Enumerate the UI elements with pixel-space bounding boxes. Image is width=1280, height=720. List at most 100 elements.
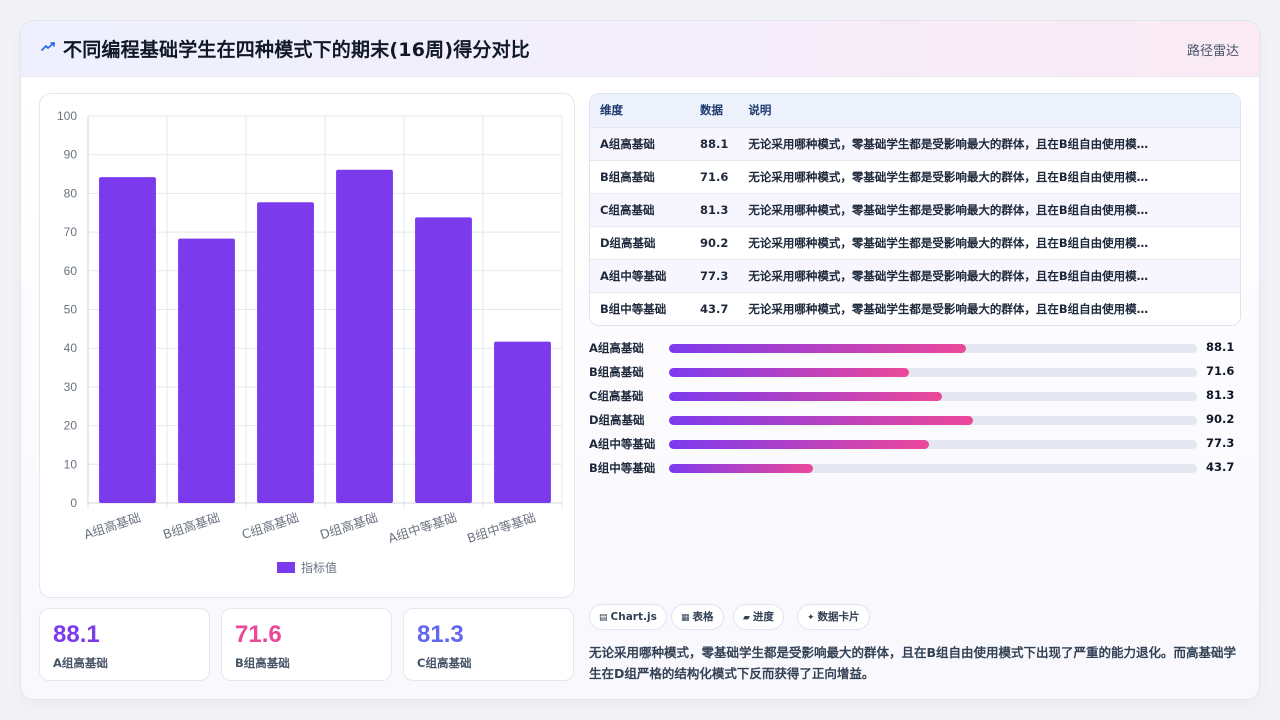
table-row: B组高基础 71.6 无论采用哪种模式，零基础学生都是受影响最大的群体，且在B组… bbox=[590, 160, 1240, 193]
chip-label: Chart.js bbox=[610, 611, 657, 623]
bar bbox=[257, 202, 314, 503]
progress-value: 90.2 bbox=[1206, 412, 1235, 426]
progress-fill bbox=[669, 392, 942, 401]
table-row: B组中等基础 43.7 无论采用哪种模式，零基础学生都是受影响最大的群体，且在B… bbox=[590, 292, 1240, 325]
progress-track bbox=[669, 344, 1197, 353]
cell-note: 无论采用哪种模式，零基础学生都是受影响最大的群体，且在B组自由使用模… bbox=[748, 235, 1149, 250]
cell-note: 无论采用哪种模式，零基础学生都是受影响最大的群体，且在B组自由使用模… bbox=[748, 268, 1149, 283]
bar-chart-panel: 0 10 20 30 40 50 60 70 80 90 100 A组高基础 B组高基础 C组高基础 D组高… bbox=[39, 93, 575, 598]
cell-dimension: A组中等基础 bbox=[600, 268, 667, 283]
chart-icon: ▤ bbox=[599, 613, 608, 623]
progress-track bbox=[669, 368, 1197, 377]
progress-label: B组中等基础 bbox=[589, 461, 656, 475]
kpi-label: A组高基础 bbox=[53, 656, 108, 670]
cell-value: 88.1 bbox=[700, 136, 729, 151]
progress-value: 43.7 bbox=[1206, 460, 1235, 474]
bar bbox=[336, 169, 393, 503]
cell-dimension: A组高基础 bbox=[600, 136, 655, 151]
bar-chart: 0 10 20 30 40 50 60 70 80 90 100 A组高基础 B组高基础 C组高基础 D组高… bbox=[57, 109, 563, 575]
cell-value: 43.7 bbox=[700, 301, 729, 316]
kpi-card-3: 81.3 C组高基础 bbox=[403, 608, 574, 681]
progress-fill bbox=[669, 440, 929, 449]
chip-chartjs[interactable]: ▤ Chart.js bbox=[589, 604, 667, 630]
progress-value: 81.3 bbox=[1206, 388, 1235, 402]
dashboard-card: 不同编程基础学生在四种模式下的期末(16周)得分对比 路径雷达 0 10 20 30 4… bbox=[20, 20, 1260, 700]
y-tick-label: 90 bbox=[64, 148, 78, 162]
kpi-label: C组高基础 bbox=[417, 656, 472, 670]
cell-dimension: B组中等基础 bbox=[600, 301, 667, 316]
column-header: 数据 bbox=[700, 103, 723, 118]
progress-fill bbox=[669, 416, 973, 425]
progress-row: B组高基础 71.6 bbox=[589, 361, 1249, 385]
x-tick-label: B组中等基础 bbox=[465, 510, 537, 546]
progress-value: 88.1 bbox=[1206, 340, 1235, 354]
progress-row: A组高基础 88.1 bbox=[589, 337, 1249, 361]
summary-text: 无论采用哪种模式，零基础学生都是受影响最大的群体，且在B组自由使用模式下出现了严… bbox=[589, 645, 1237, 681]
progress-row: A组中等基础 77.3 bbox=[589, 433, 1249, 457]
legend-label: 指标值 bbox=[301, 560, 337, 575]
cell-value: 71.6 bbox=[700, 169, 729, 184]
x-tick-label: D组高基础 bbox=[318, 510, 379, 543]
chip-label: 进度 bbox=[752, 611, 774, 623]
y-tick-label: 30 bbox=[64, 380, 78, 394]
chip-progress[interactable]: ▰ 进度 bbox=[733, 604, 784, 630]
y-tick-label: 80 bbox=[64, 186, 78, 200]
cell-value: 90.2 bbox=[700, 235, 729, 250]
progress-row: C组高基础 81.3 bbox=[589, 385, 1249, 409]
cell-note: 无论采用哪种模式，零基础学生都是受影响最大的群体，且在B组自由使用模… bbox=[748, 301, 1149, 316]
cell-dimension: B组高基础 bbox=[600, 169, 655, 184]
progress-row: B组中等基础 43.7 bbox=[589, 457, 1249, 481]
chip-data-card[interactable]: ✦ 数据卡片 bbox=[797, 604, 870, 630]
table-icon: ▦ bbox=[681, 613, 690, 623]
progress-value: 71.6 bbox=[1206, 364, 1235, 378]
legend-swatch bbox=[277, 562, 295, 573]
column-header: 维度 bbox=[600, 103, 623, 118]
kpi-value: 71.6 bbox=[235, 621, 282, 648]
y-tick-label: 100 bbox=[57, 109, 77, 123]
progress-fill bbox=[669, 344, 966, 353]
bar bbox=[415, 217, 472, 504]
x-tick-label: A组中等基础 bbox=[386, 510, 458, 546]
column-header: 说明 bbox=[748, 103, 772, 118]
bar bbox=[494, 341, 551, 503]
sparkle-icon: ✦ bbox=[807, 613, 815, 623]
cell-value: 81.3 bbox=[700, 202, 729, 217]
progress-list: A组高基础 88.1 B组高基础 71.6 C组高基础 81.3 D组高基础 9… bbox=[589, 337, 1249, 481]
table-row: A组高基础 88.1 无论采用哪种模式，零基础学生都是受影响最大的群体，且在B组… bbox=[590, 127, 1240, 160]
header-bar: 不同编程基础学生在四种模式下的期末(16周)得分对比 路径雷达 bbox=[21, 21, 1259, 77]
kpi-value: 88.1 bbox=[53, 621, 100, 648]
lightning-icon bbox=[41, 42, 55, 51]
chip-table[interactable]: ▦ 表格 bbox=[671, 604, 724, 630]
y-tick-label: 0 bbox=[70, 496, 77, 510]
progress-track bbox=[669, 416, 1197, 425]
kpi-card-1: 88.1 A组高基础 bbox=[39, 608, 210, 681]
progress-row: D组高基础 90.2 bbox=[589, 409, 1249, 433]
cell-dimension: C组高基础 bbox=[600, 202, 655, 217]
progress-fill bbox=[669, 464, 814, 473]
cell-note: 无论采用哪种模式，零基础学生都是受影响最大的群体，且在B组自由使用模… bbox=[748, 202, 1149, 217]
progress-label: A组高基础 bbox=[589, 341, 644, 355]
kpi-card-2: 71.6 B组高基础 bbox=[221, 608, 392, 681]
progress-fill bbox=[669, 368, 910, 377]
kpi-value: 81.3 bbox=[417, 621, 464, 648]
bar bbox=[99, 177, 156, 503]
x-tick-label: B组高基础 bbox=[161, 510, 221, 542]
page-title: 不同编程基础学生在四种模式下的期末(16周)得分对比 bbox=[63, 39, 531, 61]
table-row: D组高基础 90.2 无论采用哪种模式，零基础学生都是受影响最大的群体，且在B组… bbox=[590, 226, 1240, 259]
y-tick-label: 50 bbox=[64, 303, 78, 317]
cell-note: 无论采用哪种模式，零基础学生都是受影响最大的群体，且在B组自由使用模… bbox=[748, 169, 1149, 184]
x-tick-label: C组高基础 bbox=[240, 510, 300, 542]
y-tick-label: 10 bbox=[64, 457, 78, 471]
progress-track bbox=[669, 440, 1197, 449]
progress-label: D组高基础 bbox=[589, 413, 645, 427]
bar bbox=[178, 238, 235, 503]
progress-track bbox=[669, 392, 1197, 401]
header-tag[interactable]: 路径雷达 bbox=[1187, 40, 1239, 59]
kpi-label: B组高基础 bbox=[235, 656, 290, 670]
x-tick-label: A组高基础 bbox=[82, 510, 142, 542]
cell-note: 无论采用哪种模式，零基础学生都是受影响最大的群体，且在B组自由使用模… bbox=[748, 136, 1149, 151]
progress-label: B组高基础 bbox=[589, 365, 644, 379]
table-row: C组高基础 81.3 无论采用哪种模式，零基础学生都是受影响最大的群体，且在B组… bbox=[590, 193, 1240, 226]
chip-label: 数据卡片 bbox=[817, 611, 860, 623]
y-tick-label: 20 bbox=[64, 419, 78, 433]
